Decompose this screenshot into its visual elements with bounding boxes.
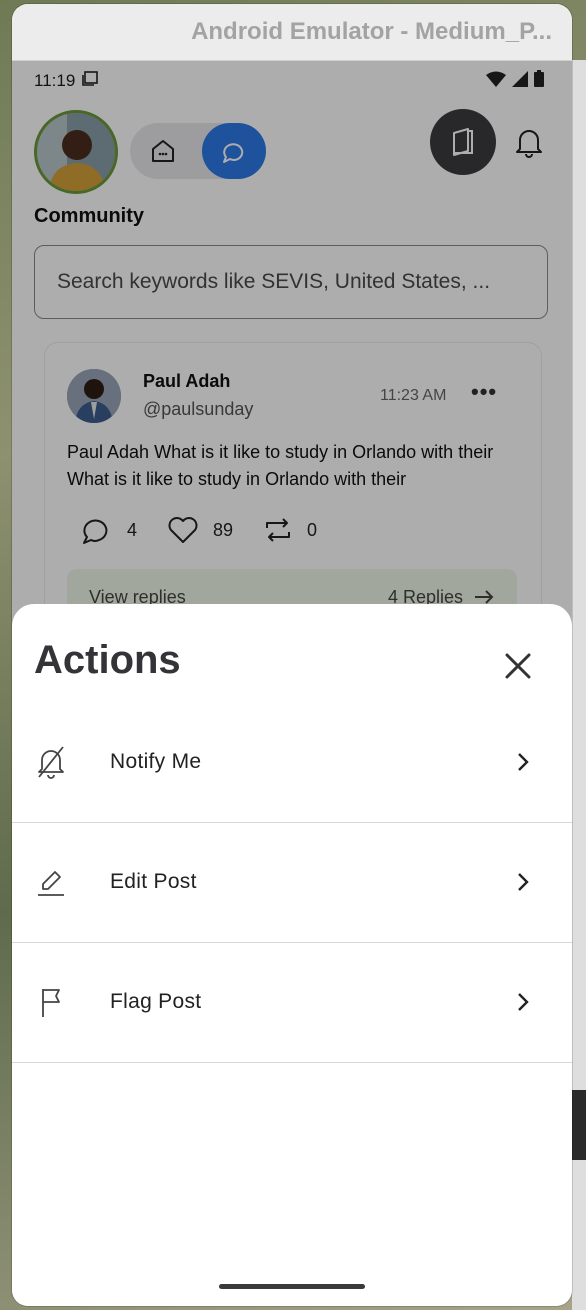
emulator-window: Android Emulator - Medium_P... 11:19 Com… [12,4,572,1306]
phone-screen: 11:19 Community Search keywords like SEV… [12,61,572,1306]
actions-bottom-sheet: Actions Notify Me Edit Post Flag Post [12,604,572,1306]
action-label: Flag Post [110,990,202,1013]
close-icon [505,653,531,679]
home-indicator[interactable] [219,1284,365,1289]
close-button[interactable] [496,644,540,688]
flag-icon [34,984,68,1020]
chevron-right-icon [512,990,534,1014]
pencil-icon [34,864,68,900]
action-edit-post[interactable]: Edit Post [12,824,572,943]
chevron-right-icon [512,870,534,894]
window-title: Android Emulator - Medium_P... [191,18,552,45]
action-notify-me[interactable]: Notify Me [12,704,572,823]
action-label: Edit Post [110,870,197,893]
bell-off-icon [34,744,68,780]
window-titlebar[interactable]: Android Emulator - Medium_P... [12,4,572,61]
desktop-background-window [572,1090,586,1160]
action-label: Notify Me [110,750,202,773]
sheet-title: Actions [34,638,181,682]
chevron-right-icon [512,750,534,774]
action-flag-post[interactable]: Flag Post [12,944,572,1063]
